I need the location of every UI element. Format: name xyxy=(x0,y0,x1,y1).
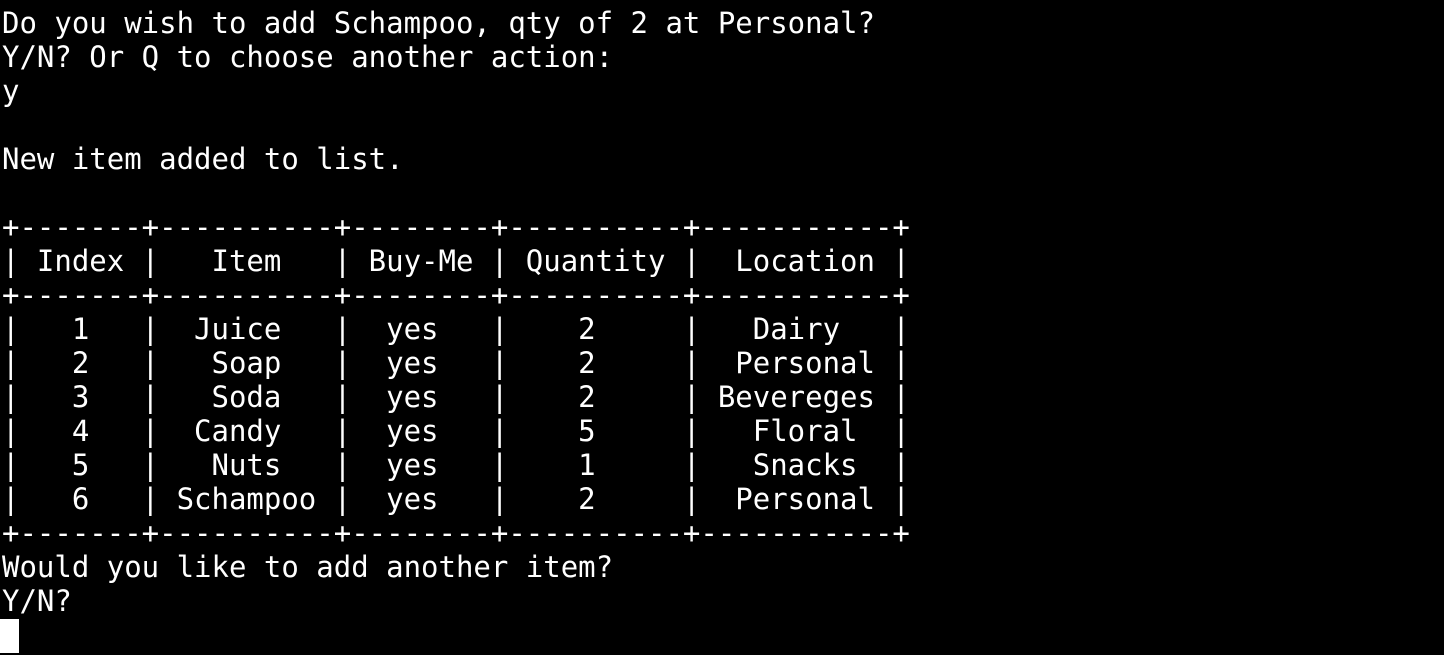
table-row: | 4 | Candy | yes | 5 | Floral | xyxy=(2,414,910,448)
table-row: | 1 | Juice | yes | 2 | Dairy | xyxy=(2,312,910,346)
user-input-answer: y xyxy=(2,74,20,108)
terminal-output: Do you wish to add Schampoo, qty of 2 at… xyxy=(2,6,1442,618)
prompt-confirm-add: Do you wish to add Schampoo, qty of 2 at… xyxy=(2,6,875,40)
table-row: | 5 | Nuts | yes | 1 | Snacks | xyxy=(2,448,910,482)
table-border-top: +-------+----------+--------+----------+… xyxy=(2,210,910,244)
table-row: | 3 | Soda | yes | 2 | Bevereges | xyxy=(2,380,910,414)
terminal-cursor[interactable] xyxy=(0,619,19,653)
table-row: | 6 | Schampoo | yes | 2 | Personal | xyxy=(2,482,910,516)
prompt-add-another: Would you like to add another item? xyxy=(2,550,614,584)
table-border-header: +-------+----------+--------+----------+… xyxy=(2,278,910,312)
table-border-bottom: +-------+----------+--------+----------+… xyxy=(2,516,910,550)
prompt-yes-no: Y/N? xyxy=(2,584,72,618)
status-message: New item added to list. xyxy=(2,142,404,176)
prompt-choice: Y/N? Or Q to choose another action: xyxy=(2,40,614,74)
table-header-row: | Index | Item | Buy-Me | Quantity | Loc… xyxy=(2,244,910,278)
table-row: | 2 | Soap | yes | 2 | Personal | xyxy=(2,346,910,380)
